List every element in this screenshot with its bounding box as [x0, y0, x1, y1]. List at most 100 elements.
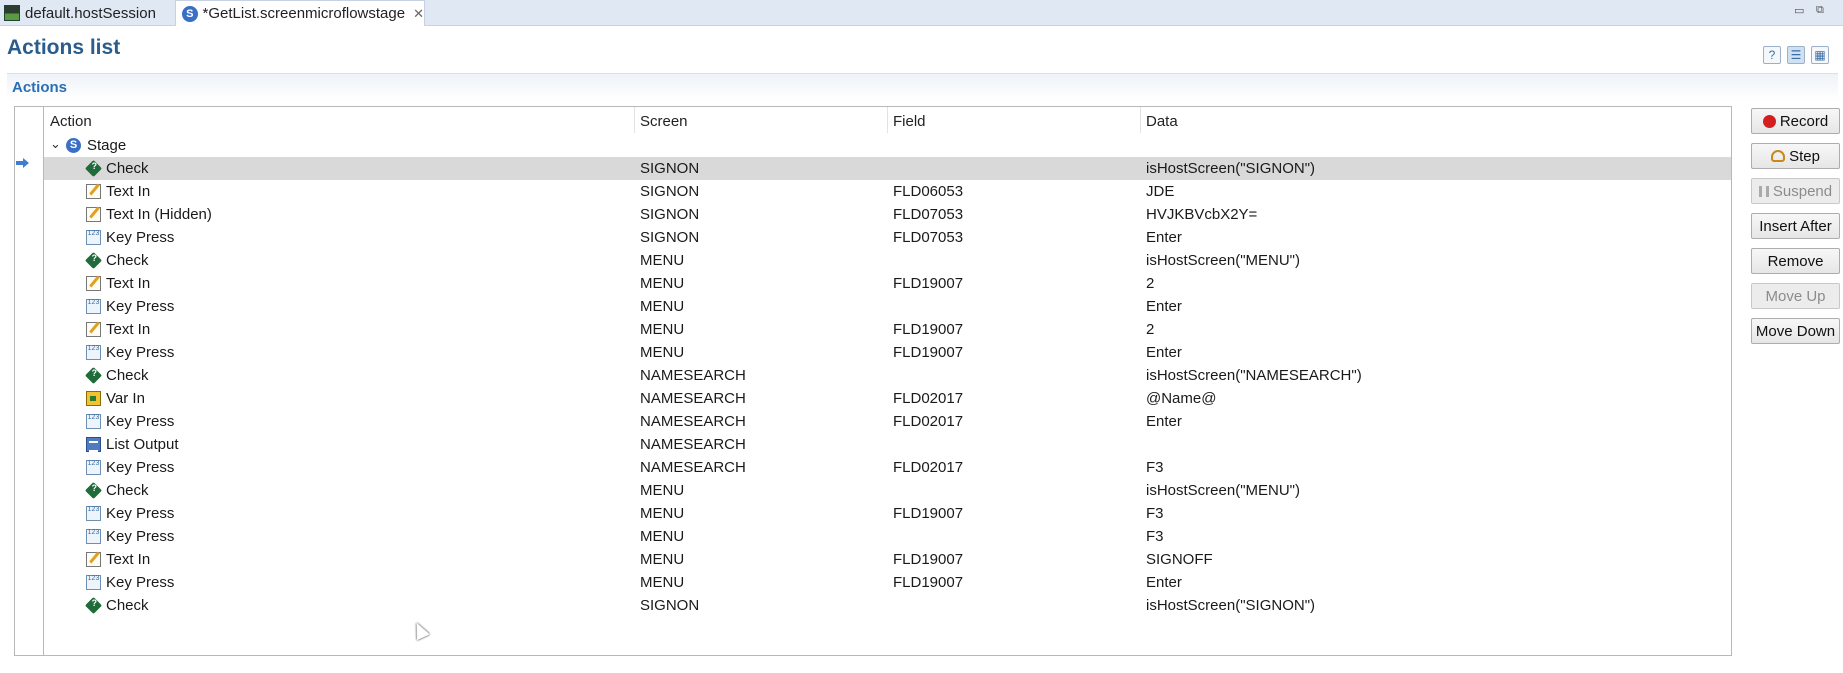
record-icon — [1762, 114, 1776, 128]
cell-action: Key Press — [106, 229, 175, 246]
text-input-icon — [86, 276, 101, 291]
screen-stage-icon: S — [182, 5, 198, 22]
cell-data: SIGNOFF — [1146, 551, 1213, 568]
cell-action: Text In — [106, 275, 151, 292]
table-header: Action Screen Field Data — [44, 107, 1731, 133]
editor-tab-bar: default.hostSession S *GetList.screenmic… — [0, 0, 1843, 26]
column-divider[interactable] — [634, 107, 635, 133]
table-row[interactable]: Check SIGNON isHostScreen("SIGNON") — [44, 157, 1731, 180]
cell-data: Enter — [1146, 229, 1182, 246]
variable-input-icon — [86, 391, 101, 406]
table-row[interactable]: List Output NAMESEARCH — [44, 433, 1731, 456]
table-row[interactable]: Text In MENU FLD19007 2 — [44, 272, 1731, 295]
remove-button[interactable]: Remove — [1751, 248, 1840, 274]
key-press-icon: 123 — [86, 506, 101, 521]
chevron-down-icon[interactable]: ⌄ — [50, 136, 61, 152]
stage-row[interactable]: ⌄ S Stage — [44, 134, 1731, 157]
cell-action: Check — [106, 252, 149, 269]
cell-field: FLD02017 — [893, 459, 964, 476]
table-row[interactable]: 123 Key Press MENU FLD19007 Enter — [44, 341, 1731, 364]
check-icon — [85, 252, 102, 269]
cell-field: FLD19007 — [893, 275, 964, 292]
column-divider[interactable] — [1140, 107, 1141, 133]
table-row[interactable]: Check NAMESEARCH isHostScreen("NAMESEARCH"… — [44, 364, 1731, 387]
cell-screen: SIGNON — [640, 206, 700, 223]
help-icon[interactable]: ? — [1763, 46, 1781, 64]
table-row[interactable]: 123 Key Press MENU FLD19007 Enter — [44, 571, 1731, 594]
table-row[interactable]: Var In NAMESEARCH FLD02017 @Name@ — [44, 387, 1731, 410]
cell-action: Key Press — [106, 459, 175, 476]
table-row[interactable]: 123 Key Press NAMESEARCH FLD02017 Enter — [44, 410, 1731, 433]
cell-screen: NAMESEARCH — [640, 390, 746, 407]
table-row[interactable]: Check MENU isHostScreen("MENU") — [44, 479, 1731, 502]
cell-data: Enter — [1146, 298, 1182, 315]
step-label: Step — [1789, 147, 1820, 165]
table-row[interactable]: Text In SIGNON FLD06053 JDE — [44, 180, 1731, 203]
cell-screen: MENU — [640, 252, 685, 269]
column-divider[interactable] — [887, 107, 888, 133]
cell-data: F3 — [1146, 528, 1164, 545]
current-step-arrow-icon — [16, 158, 29, 168]
close-tab-icon[interactable]: ✕ — [413, 6, 424, 22]
key-press-icon: 123 — [86, 345, 101, 360]
cell-action: Text In — [106, 183, 151, 200]
tab-label: *GetList.screenmicroflowstage — [202, 5, 406, 22]
cell-action: Key Press — [106, 574, 175, 591]
cell-screen: SIGNON — [640, 160, 700, 177]
minimize-icon[interactable]: ▭ — [1794, 4, 1804, 17]
table-row[interactable]: Text In MENU FLD19007 SIGNOFF — [44, 548, 1731, 571]
column-header-screen[interactable]: Screen — [640, 113, 688, 130]
key-press-icon: 123 — [86, 299, 101, 314]
move-down-button[interactable]: Move Down — [1751, 318, 1840, 344]
step-button[interactable]: Step — [1751, 143, 1840, 169]
table-row[interactable]: Text In MENU FLD19007 2 — [44, 318, 1731, 341]
tab-getlist-stage[interactable]: S *GetList.screenmicroflowstage ✕ — [175, 0, 425, 26]
cell-screen: NAMESEARCH — [640, 413, 746, 430]
cell-data: @Name@ — [1146, 390, 1217, 407]
cell-action: Text In — [106, 551, 151, 568]
cell-action: Key Press — [106, 528, 175, 545]
cell-data: 2 — [1146, 275, 1155, 292]
cell-data: isHostScreen("MENU") — [1146, 252, 1301, 269]
cell-field: FLD19007 — [893, 574, 964, 591]
suspend-button[interactable]: Suspend — [1751, 178, 1840, 204]
cell-action: Check — [106, 482, 149, 499]
tab-default-host-session[interactable]: default.hostSession — [2, 0, 174, 26]
table-row[interactable]: Check SIGNON isHostScreen("SIGNON") — [44, 594, 1731, 617]
table-row[interactable]: 123 Key Press MENU Enter — [44, 295, 1731, 318]
cell-data: Enter — [1146, 574, 1182, 591]
column-header-data[interactable]: Data — [1146, 113, 1178, 130]
table-row[interactable]: Check MENU isHostScreen("MENU") — [44, 249, 1731, 272]
section-title: Actions — [12, 79, 68, 96]
tree-view-icon[interactable]: ☰ — [1787, 46, 1805, 64]
table-row[interactable]: 123 Key Press MENU F3 — [44, 525, 1731, 548]
cell-screen: NAMESEARCH — [640, 459, 746, 476]
key-press-icon: 123 — [86, 529, 101, 544]
key-press-icon: 123 — [86, 575, 101, 590]
execution-gutter — [14, 106, 43, 656]
cell-screen: MENU — [640, 298, 685, 315]
move-up-button[interactable]: Move Up — [1751, 283, 1840, 309]
check-icon — [85, 367, 102, 384]
text-input-icon — [86, 552, 101, 567]
cell-field: FLD19007 — [893, 344, 964, 361]
table-row[interactable]: 123 Key Press NAMESEARCH FLD02017 F3 — [44, 456, 1731, 479]
record-button[interactable]: Record — [1751, 108, 1840, 134]
text-input-icon — [86, 184, 101, 199]
grid-view-icon[interactable]: ▦ — [1811, 46, 1829, 64]
text-input-icon — [86, 322, 101, 337]
table-row[interactable]: 123 Key Press SIGNON FLD07053 Enter — [44, 226, 1731, 249]
cell-field: FLD19007 — [893, 321, 964, 338]
insert-after-button[interactable]: Insert After — [1751, 213, 1840, 239]
cell-action: Var In — [106, 390, 145, 407]
cell-data: HVJKBVcbX2Y= — [1146, 206, 1258, 223]
restore-icon[interactable]: ⧉ — [1816, 4, 1824, 17]
cell-screen: NAMESEARCH — [640, 367, 746, 384]
table-row[interactable]: 123 Key Press MENU FLD19007 F3 — [44, 502, 1731, 525]
table-row[interactable]: Text In (Hidden) SIGNON FLD07053 HVJKBVcbX2… — [44, 203, 1731, 226]
list-output-icon — [86, 437, 101, 452]
cell-data: isHostScreen("NAMESEARCH") — [1146, 367, 1362, 384]
column-header-field[interactable]: Field — [893, 113, 926, 130]
column-header-action[interactable]: Action — [50, 113, 92, 130]
cell-data: isHostScreen("SIGNON") — [1146, 160, 1316, 177]
